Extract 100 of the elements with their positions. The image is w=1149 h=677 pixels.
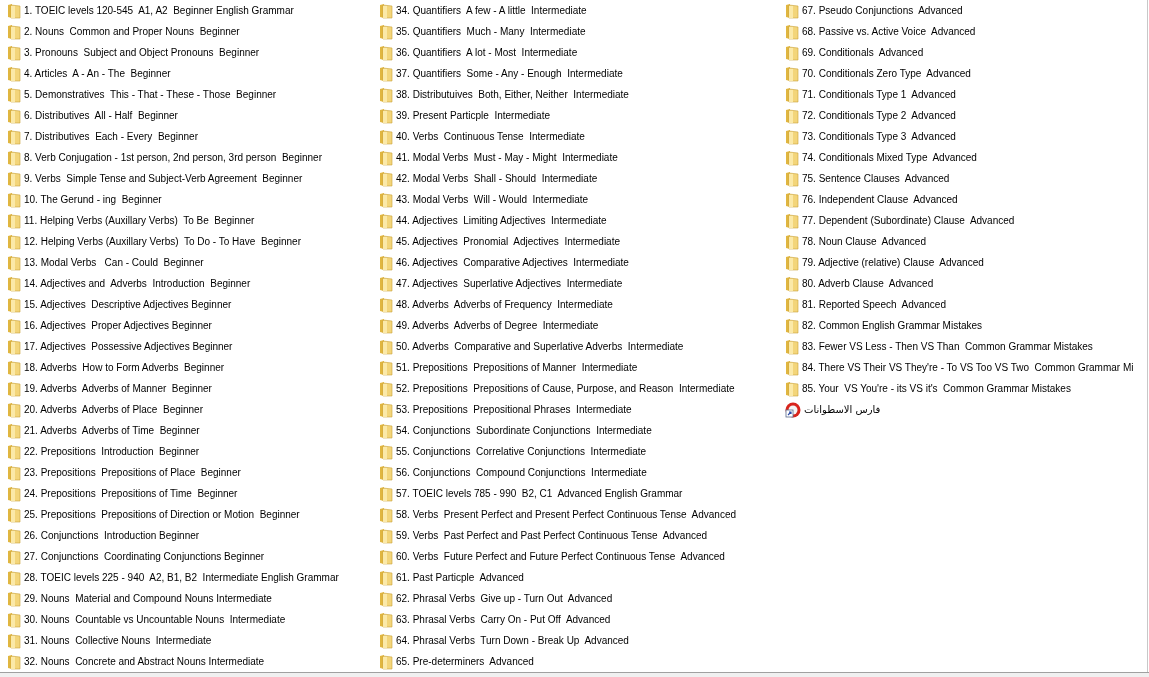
folder-item[interactable]: 80. Adverb Clause Advanced — [785, 273, 1147, 294]
folder-item[interactable]: 40. Verbs Continuous Tense Intermediate — [379, 126, 785, 147]
folder-icon — [379, 359, 393, 376]
folder-item[interactable]: 26. Conjunctions Introduction Beginner — [7, 525, 379, 546]
folder-item[interactable]: 74. Conditionals Mixed Type Advanced — [785, 147, 1147, 168]
folder-item[interactable]: 54. Conjunctions Subordinate Conjunctions Intermediate — [379, 420, 785, 441]
folder-item[interactable]: 70. Conditionals Zero Type Advanced — [785, 63, 1147, 84]
folder-icon — [7, 485, 21, 502]
folder-item[interactable]: 61. Past Particple Advanced — [379, 567, 785, 588]
folder-item[interactable]: 11. Helping Verbs (Auxillary Verbs) To Be Beginner — [7, 210, 379, 231]
folder-item[interactable]: 7. Distributives Each - Every Beginner — [7, 126, 379, 147]
folder-item[interactable]: 46. Adjectives Comparative Adjectives Intermediate — [379, 252, 785, 273]
folder-icon — [7, 338, 21, 355]
folder-item[interactable]: 38. Distributuives Both, Either, Neither Intermediate — [379, 84, 785, 105]
folder-item[interactable]: 67. Pseudo Conjunctions Advanced — [785, 0, 1147, 21]
folder-item[interactable]: 71. Conditionals Type 1 Advanced — [785, 84, 1147, 105]
folder-item[interactable]: 17. Adjectives Possessive Adjectives Beginner — [7, 336, 379, 357]
folder-item[interactable]: 25. Prepositions Prepositions of Direction or Motion Beginner — [7, 504, 379, 525]
folder-item[interactable]: 10. The Gerund - ing Beginner — [7, 189, 379, 210]
folder-item[interactable]: 12. Helping Verbs (Auxillary Verbs) To Do - To Have Beginner — [7, 231, 379, 252]
folder-item[interactable]: 52. Prepositions Prepositions of Cause, Purpose, and Reason Intermediate — [379, 378, 785, 399]
folder-item[interactable]: 16. Adjectives Proper Adjectives Beginner — [7, 315, 379, 336]
folder-item[interactable]: 73. Conditionals Type 3 Advanced — [785, 126, 1147, 147]
folder-icon — [7, 191, 21, 208]
folder-item[interactable]: 2. Nouns Common and Proper Nouns Beginner — [7, 21, 379, 42]
folder-item[interactable]: 55. Conjunctions Correlative Conjunctions Intermediate — [379, 441, 785, 462]
folder-icon — [379, 170, 393, 187]
folder-item[interactable]: 45. Adjectives Pronomial Adjectives Intermediate — [379, 231, 785, 252]
folder-item[interactable]: 42. Modal Verbs Shall - Should Intermediate — [379, 168, 785, 189]
folder-icon — [379, 296, 393, 313]
folder-item[interactable]: 51. Prepositions Prepositions of Manner Intermediate — [379, 357, 785, 378]
folder-item[interactable]: 21. Adverbs Adverbs of Time Beginner — [7, 420, 379, 441]
folder-item[interactable]: 65. Pre-determiners Advanced — [379, 651, 785, 672]
folder-item[interactable]: 49. Adverbs Adverbs of Degree Intermediate — [379, 315, 785, 336]
folder-icon — [785, 23, 799, 40]
folder-item[interactable]: 41. Modal Verbs Must - May - Might Intermediate — [379, 147, 785, 168]
folder-item[interactable]: 68. Passive vs. Active Voice Advanced — [785, 21, 1147, 42]
folder-item[interactable]: 31. Nouns Collective Nouns Intermediate — [7, 630, 379, 651]
folder-item[interactable]: 50. Adverbs Comparative and Superlative Adverbs Intermediate — [379, 336, 785, 357]
folder-item[interactable]: 4. Articles A - An - The Beginner — [7, 63, 379, 84]
folder-item[interactable]: 13. Modal Verbs Can - Could Beginner — [7, 252, 379, 273]
folder-item[interactable]: 84. There VS Their VS They're - To VS Too VS Two Common Grammar Mi — [785, 357, 1147, 378]
folder-item[interactable]: 82. Common English Grammar Mistakes — [785, 315, 1147, 336]
folder-item[interactable]: 81. Reported Speech Advanced — [785, 294, 1147, 315]
folder-icon — [785, 191, 799, 208]
folder-icon — [379, 2, 393, 19]
folder-item[interactable]: 32. Nouns Concrete and Abstract Nouns Intermediate — [7, 651, 379, 672]
folder-item[interactable]: 34. Quantifiers A few - A little Intermediate — [379, 0, 785, 21]
folder-item[interactable]: 69. Conditionals Advanced — [785, 42, 1147, 63]
folder-item[interactable]: 85. Your VS You're - its VS it's Common Grammar Mistakes — [785, 378, 1147, 399]
folder-item[interactable]: 29. Nouns Material and Compound Nouns Intermediate — [7, 588, 379, 609]
folder-icon — [785, 275, 799, 292]
folder-item[interactable]: 15. Adjectives Descriptive Adjectives Beginner — [7, 294, 379, 315]
folder-item[interactable]: 8. Verb Conjugation - 1st person, 2nd person, 3rd person Beginner — [7, 147, 379, 168]
folder-item[interactable]: 3. Pronouns Subject and Object Pronouns Beginner — [7, 42, 379, 63]
folder-item[interactable]: 39. Present Particple Intermediate — [379, 105, 785, 126]
folder-icon — [7, 401, 21, 418]
folder-item[interactable]: 59. Verbs Past Perfect and Past Perfect Continuous Tense Advanced — [379, 525, 785, 546]
folder-item[interactable]: 9. Verbs Simple Tense and Subject-Verb Agreement Beginner — [7, 168, 379, 189]
folder-item[interactable]: 48. Adverbs Adverbs of Frequency Intermediate — [379, 294, 785, 315]
folder-item[interactable]: 23. Prepositions Prepositions of Place Beginner — [7, 462, 379, 483]
folder-item[interactable]: 24. Prepositions Prepositions of Time Beginner — [7, 483, 379, 504]
folder-item[interactable]: 78. Noun Clause Advanced — [785, 231, 1147, 252]
folder-item[interactable]: 1. TOEIC levels 120-545 A1, A2 Beginner English Grammar — [7, 0, 379, 21]
folder-item[interactable]: 79. Adjective (relative) Clause Advanced — [785, 252, 1147, 273]
folder-item[interactable]: 76. Independent Clause Advanced — [785, 189, 1147, 210]
folder-icon — [379, 632, 393, 649]
folder-item[interactable]: 5. Demonstratives This - That - These - Those Beginner — [7, 84, 379, 105]
folder-item[interactable]: 44. Adjectives Limiting Adjectives Intermediate — [379, 210, 785, 231]
folder-icon — [379, 44, 393, 61]
folder-item[interactable]: 62. Phrasal Verbs Give up - Turn Out Advanced — [379, 588, 785, 609]
folder-item[interactable]: 77. Dependent (Subordinate) Clause Advanced — [785, 210, 1147, 231]
folder-item[interactable]: 27. Conjunctions Coordinating Conjunctions Beginner — [7, 546, 379, 567]
folder-item[interactable]: 20. Adverbs Adverbs of Place Beginner — [7, 399, 379, 420]
folder-item[interactable]: 56. Conjunctions Compound Conjunctions Intermediate — [379, 462, 785, 483]
folder-item[interactable]: 28. TOEIC levels 225 - 940 A2, B1, B2 Intermediate English Grammar — [7, 567, 379, 588]
folder-item[interactable]: 60. Verbs Future Perfect and Future Perfect Continuous Tense Advanced — [379, 546, 785, 567]
folder-item[interactable]: 58. Verbs Present Perfect and Present Perfect Continuous Tense Advanced — [379, 504, 785, 525]
folder-item[interactable]: 63. Phrasal Verbs Carry On - Put Off Advanced — [379, 609, 785, 630]
folder-icon — [379, 380, 393, 397]
folder-item[interactable]: 22. Prepositions Introduction Beginner — [7, 441, 379, 462]
folder-item[interactable]: 72. Conditionals Type 2 Advanced — [785, 105, 1147, 126]
folder-item[interactable]: 19. Adverbs Adverbs of Manner Beginner — [7, 378, 379, 399]
folder-item[interactable]: 6. Distributives All - Half Beginner — [7, 105, 379, 126]
folder-item[interactable]: 83. Fewer VS Less - Then VS Than Common Grammar Mistakes — [785, 336, 1147, 357]
folder-item[interactable]: 18. Adverbs How to Form Adverbs Beginner — [7, 357, 379, 378]
folder-item[interactable]: 75. Sentence Clauses Advanced — [785, 168, 1147, 189]
folder-item[interactable]: 47. Adjectives Superlative Adjectives Intermediate — [379, 273, 785, 294]
folder-item[interactable]: 35. Quantifiers Much - Many Intermediate — [379, 21, 785, 42]
folder-icon — [785, 359, 799, 376]
shortcut-item[interactable]: فارس الاسطوانات — [785, 399, 1147, 420]
folder-item[interactable]: 53. Prepositions Prepositional Phrases Intermediate — [379, 399, 785, 420]
folder-item[interactable]: 30. Nouns Countable vs Uncountable Nouns Intermediate — [7, 609, 379, 630]
folder-item[interactable]: 64. Phrasal Verbs Turn Down - Break Up Advanced — [379, 630, 785, 651]
folder-item[interactable]: 57. TOEIC levels 785 - 990 B2, C1 Advanced English Grammar — [379, 483, 785, 504]
folder-item[interactable]: 43. Modal Verbs Will - Would Intermediate — [379, 189, 785, 210]
folder-item[interactable]: 37. Quantifiers Some - Any - Enough Intermediate — [379, 63, 785, 84]
folder-item[interactable]: 36. Quantifiers A lot - Most Intermediate — [379, 42, 785, 63]
folder-icon — [379, 86, 393, 103]
folder-item[interactable]: 14. Adjectives and Adverbs Introduction Beginner — [7, 273, 379, 294]
